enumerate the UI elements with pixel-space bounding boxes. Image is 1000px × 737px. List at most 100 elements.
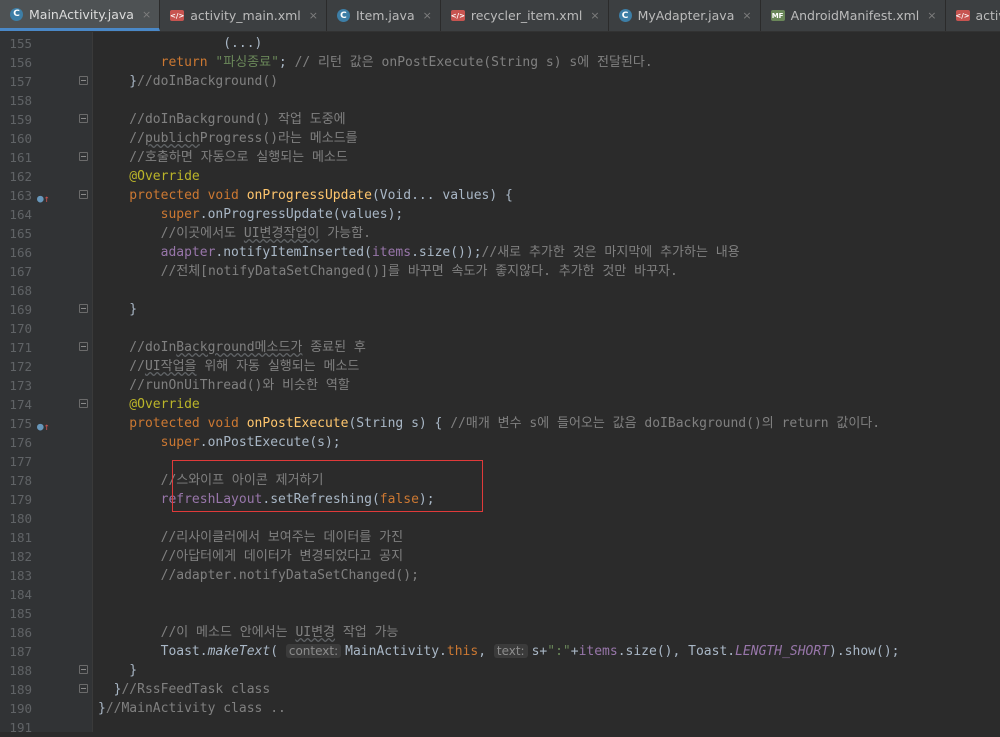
code-token: super <box>98 435 200 450</box>
tab-activity-main-xml[interactable]: </>activity_main.xml× <box>160 0 327 31</box>
code-line[interactable]: 156 return "파싱종료"; // 리턴 값은 onPostExecut… <box>0 53 1000 72</box>
code-token: //doInBackground() 작업 도중에 <box>98 112 346 127</box>
code-token: .onProgressUpdate(values); <box>200 207 404 222</box>
close-icon[interactable]: × <box>309 9 318 22</box>
line-number: 187 <box>6 642 32 661</box>
code-line[interactable]: 188 } <box>0 661 1000 680</box>
code-line[interactable]: 189 }//RssFeedTask class <box>0 680 1000 699</box>
close-icon[interactable]: × <box>142 8 151 21</box>
line-number: 188 <box>6 661 32 680</box>
line-number: 186 <box>6 623 32 642</box>
tab-mainactivity-java[interactable]: CMainActivity.java× <box>0 0 160 31</box>
arrow-up-icon: ↑ <box>44 422 50 433</box>
line-number: 180 <box>6 509 32 528</box>
code-token: UI변경작업이 <box>244 226 319 241</box>
code-line[interactable]: 183 //adapter.notifyDataSetChanged(); <box>0 566 1000 585</box>
line-number: 156 <box>6 53 32 72</box>
code-line[interactable]: 164 super.onProgressUpdate(values); <box>0 205 1000 224</box>
tab-androidmanifest-xml[interactable]: MFAndroidManifest.xml× <box>761 0 946 31</box>
fold-toggle-icon[interactable] <box>79 114 88 123</box>
tab-activity-item-xml[interactable]: </>activity_item.xml× <box>946 0 1000 31</box>
fold-toggle-icon[interactable] <box>79 190 88 199</box>
code-line[interactable]: 172 //UI작업을 위해 자동 실행되는 메소드 <box>0 357 1000 376</box>
code-line[interactable]: 159 //doInBackground() 작업 도중에 <box>0 110 1000 129</box>
code-text: super.onProgressUpdate(values); <box>98 205 403 224</box>
code-line[interactable]: 190}//MainActivity class .. <box>0 699 1000 718</box>
code-line[interactable]: 187 Toast.makeText( context:MainActivity… <box>0 642 1000 661</box>
code-line[interactable]: 167 //전체[notifyDataSetChanged()]를 바꾸면 속도… <box>0 262 1000 281</box>
line-number: 166 <box>6 243 32 262</box>
parameter-hint: text: <box>494 644 528 658</box>
java-file-icon: C <box>10 8 23 21</box>
close-icon[interactable]: × <box>590 9 599 22</box>
code-text: @Override <box>98 395 200 414</box>
mf-file-icon: MF <box>771 10 785 21</box>
code-token: Background메소드가 <box>176 340 302 355</box>
code-line[interactable]: 168 <box>0 281 1000 300</box>
code-line[interactable]: 185 <box>0 604 1000 623</box>
code-token: } <box>98 682 121 697</box>
code-text: adapter.notifyItemInserted(items.size())… <box>98 243 740 262</box>
code-line[interactable]: 182 //아답터에게 데이터가 변경되었다고 공지 <box>0 547 1000 566</box>
code-line[interactable]: 180 <box>0 509 1000 528</box>
code-text: protected void onProgressUpdate(Void... … <box>98 186 513 205</box>
code-token: } <box>98 701 106 716</box>
code-editor[interactable]: 155 (...)156 return "파싱종료"; // 리턴 값은 onP… <box>0 32 1000 732</box>
line-number: 174 <box>6 395 32 414</box>
code-line[interactable]: 161 //호출하면 자동으로 실행되는 메소드 <box>0 148 1000 167</box>
code-line[interactable]: 179 refreshLayout.setRefreshing(false); <box>0 490 1000 509</box>
close-icon[interactable]: × <box>423 9 432 22</box>
code-line[interactable]: 184 <box>0 585 1000 604</box>
code-line[interactable]: 155 (...) <box>0 34 1000 53</box>
code-token: makeText <box>208 644 271 659</box>
code-line[interactable]: 158 <box>0 91 1000 110</box>
close-icon[interactable]: × <box>927 9 936 22</box>
line-number: 173 <box>6 376 32 395</box>
code-line[interactable]: 169 } <box>0 300 1000 319</box>
code-token: 가능함. <box>319 226 371 241</box>
fold-toggle-icon[interactable] <box>79 342 88 351</box>
code-line[interactable]: 191 <box>0 718 1000 737</box>
xml-file-icon: </> <box>956 10 970 21</box>
tab-myadapter-java[interactable]: CMyAdapter.java× <box>609 0 761 31</box>
tab-recycler-item-xml[interactable]: </>recycler_item.xml× <box>441 0 609 31</box>
code-line[interactable]: 186 //이 메소드 안에서는 UI변경 작업 가능 <box>0 623 1000 642</box>
code-line[interactable]: 177 <box>0 452 1000 471</box>
code-token: s+ <box>532 644 548 659</box>
fold-toggle-icon[interactable] <box>79 399 88 408</box>
code-token: (Void... values) { <box>372 188 513 203</box>
code-line[interactable]: 165 //이곳에서도 UI변경작업이 가능함. <box>0 224 1000 243</box>
code-line[interactable]: 157 }//doInBackground() <box>0 72 1000 91</box>
code-token: } <box>98 302 137 317</box>
code-line[interactable]: 166 adapter.notifyItemInserted(items.siz… <box>0 243 1000 262</box>
code-line[interactable]: 176 super.onPostExecute(s); <box>0 433 1000 452</box>
code-line[interactable]: 178 //스와이프 아이콘 제거하기 <box>0 471 1000 490</box>
code-line[interactable]: 174 @Override <box>0 395 1000 414</box>
code-line[interactable]: 160 //publichProgress()라는 메소드를 <box>0 129 1000 148</box>
code-line[interactable]: 162 @Override <box>0 167 1000 186</box>
fold-toggle-icon[interactable] <box>79 152 88 161</box>
fold-toggle-icon[interactable] <box>79 304 88 313</box>
code-line[interactable]: 175●↑ protected void onPostExecute(Strin… <box>0 414 1000 433</box>
code-token: refreshLayout <box>98 492 262 507</box>
code-token: // <box>98 359 145 374</box>
code-token: items <box>579 644 618 659</box>
code-line[interactable]: 170 <box>0 319 1000 338</box>
code-line[interactable]: 173 //runOnUiThread()와 비슷한 역할 <box>0 376 1000 395</box>
fold-toggle-icon[interactable] <box>79 76 88 85</box>
line-number: 160 <box>6 129 32 148</box>
code-token: //리사이클러에서 보여주는 데이터를 가진 <box>98 530 403 545</box>
code-text: //runOnUiThread()와 비슷한 역할 <box>98 376 350 395</box>
code-token: @Override <box>98 397 200 412</box>
code-line[interactable]: 181 //리사이클러에서 보여주는 데이터를 가진 <box>0 528 1000 547</box>
tab-item-java[interactable]: CItem.java× <box>327 0 441 31</box>
code-token: ); <box>419 492 435 507</box>
fold-toggle-icon[interactable] <box>79 665 88 674</box>
code-text: //publichProgress()라는 메소드를 <box>98 129 358 148</box>
code-line[interactable]: 171 //doInBackground메소드가 종료된 후 <box>0 338 1000 357</box>
fold-toggle-icon[interactable] <box>79 684 88 693</box>
code-text: Toast.makeText( context:MainActivity.thi… <box>98 642 899 661</box>
close-icon[interactable]: × <box>742 9 751 22</box>
code-line[interactable]: 163●↑ protected void onProgressUpdate(Vo… <box>0 186 1000 205</box>
code-token: .onPostExecute(s); <box>200 435 341 450</box>
